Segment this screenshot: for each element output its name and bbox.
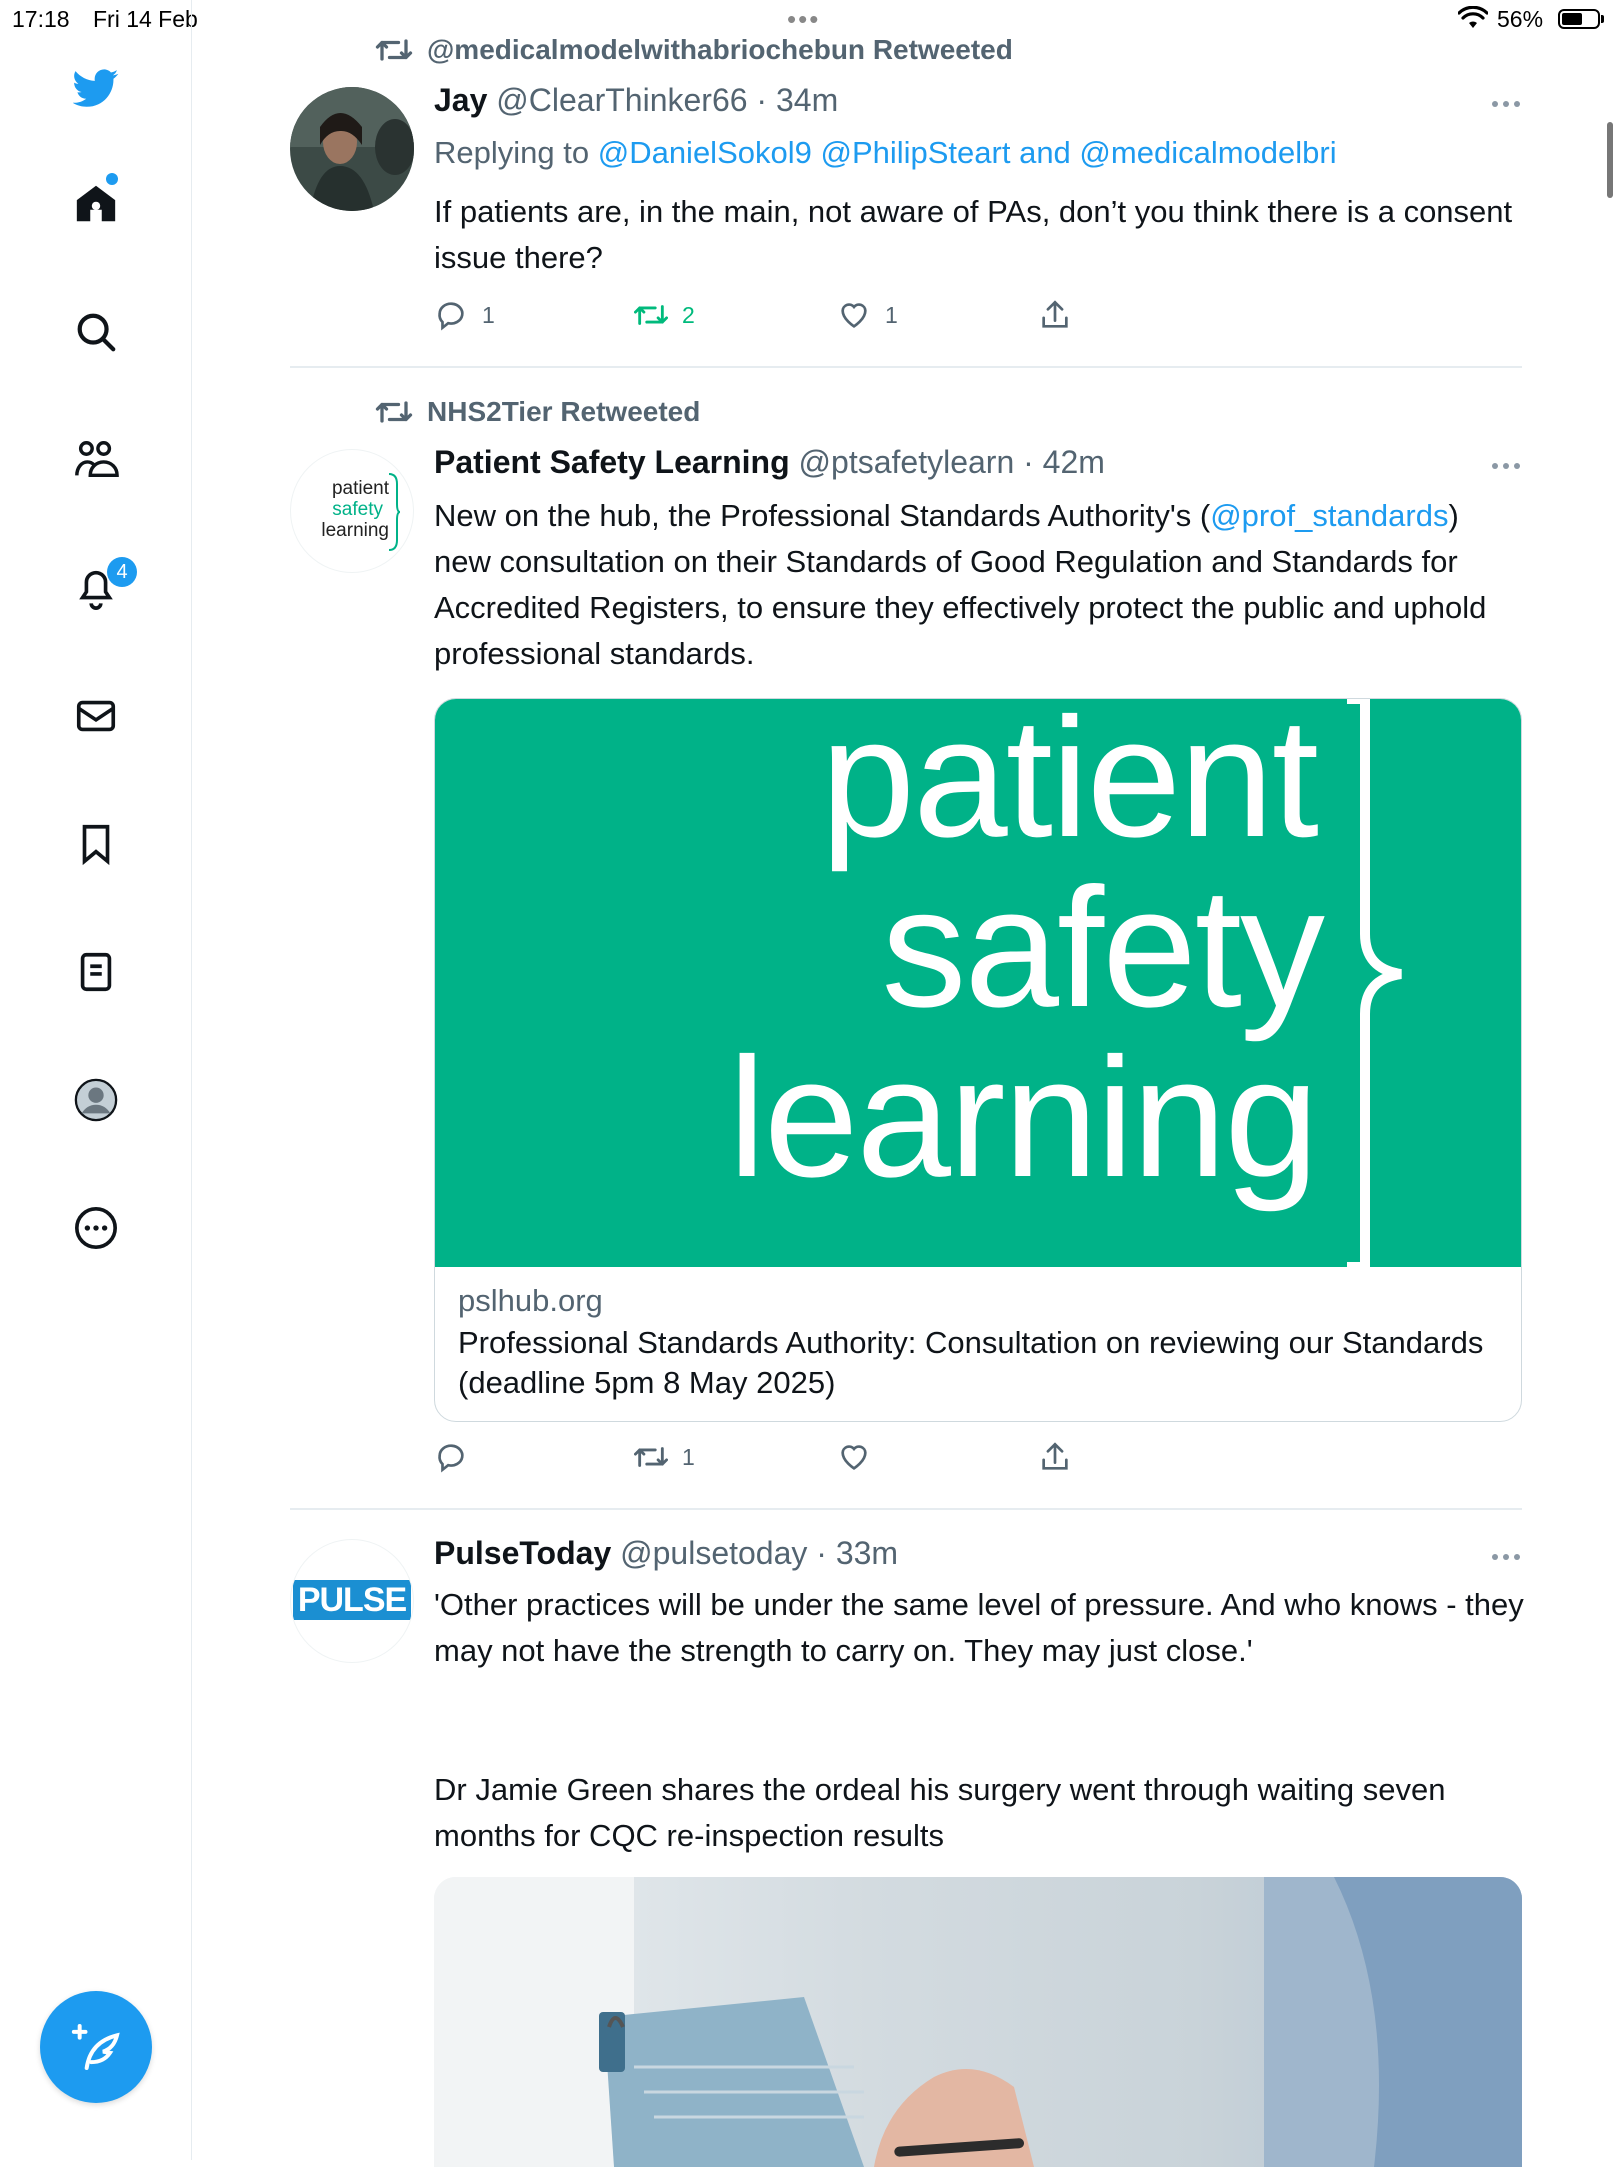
- tweet-text-paragraph-2: Dr Jamie Green shares the ordeal his sur…: [434, 1772, 1446, 1853]
- tweet-text: 'Other practices will be under the same …: [434, 1587, 1524, 1668]
- compose-tweet-button[interactable]: [40, 1991, 152, 2103]
- avatar-logo-word: patient: [331, 478, 389, 499]
- avatar[interactable]: patient safety learning: [290, 449, 414, 573]
- tweet-actions: 1: [434, 1440, 1134, 1480]
- home-icon[interactable]: [68, 176, 124, 232]
- retweet-icon: [634, 305, 668, 325]
- avatar-logo-word: learning: [321, 520, 389, 541]
- user-handle[interactable]: @pulsetoday: [620, 1535, 807, 1571]
- battery-percent: 56%: [1497, 6, 1544, 32]
- retweeted-by-label: NHS2Tier Retweeted: [427, 396, 701, 427]
- compose-feather-icon: [71, 2024, 120, 2070]
- notification-count-badge: 4: [107, 557, 137, 587]
- mention-link[interactable]: @prof_standards: [1210, 498, 1448, 533]
- display-name[interactable]: PulseToday: [434, 1535, 611, 1571]
- reply-button[interactable]: [434, 1440, 482, 1474]
- wifi-icon: [1458, 6, 1488, 28]
- reply-icon: [438, 302, 464, 331]
- retweet-icon: [375, 39, 413, 61]
- tweet-time[interactable]: · 33m: [816, 1535, 898, 1571]
- search-icon[interactable]: [68, 304, 124, 360]
- reply-mentions[interactable]: @DanielSokol9 @PhilipSteart and @medical…: [598, 135, 1337, 170]
- home-new-dot: [106, 173, 118, 185]
- retweeted-by-label: @medicalmodelwithabriochebun Retweeted: [427, 34, 1013, 65]
- tweet-text: New on the hub, the Professional Standar…: [434, 493, 1524, 677]
- card-logo-word: safety: [881, 853, 1325, 1043]
- link-card[interactable]: patient safety learning pslhub.org Profe…: [434, 698, 1522, 1422]
- battery-tip: [1601, 15, 1604, 23]
- share-button[interactable]: [1038, 1440, 1086, 1474]
- reply-count: 1: [482, 301, 495, 328]
- card-brace-icon: [1347, 699, 1402, 1267]
- tweet-text: If patients are, in the main, not aware …: [434, 194, 1513, 275]
- card-title: Professional Standards Authority: Consul…: [458, 1325, 1484, 1400]
- retweet-icon: [375, 401, 413, 423]
- share-icon: [1042, 1442, 1068, 1470]
- communities-icon[interactable]: [68, 432, 124, 488]
- reply-button[interactable]: 1: [434, 298, 495, 332]
- status-bar: 17:18 Fri 14 Feb ••• 56%: [0, 0, 1620, 38]
- display-name[interactable]: Patient Safety Learning: [434, 444, 790, 480]
- avatar-logo: patient safety learning: [309, 478, 389, 541]
- card-logo-word: learning: [728, 1023, 1319, 1213]
- more-options-icon[interactable]: [1490, 461, 1522, 471]
- share-icon: [1042, 300, 1068, 328]
- heart-icon: [841, 303, 867, 328]
- display-name[interactable]: Jay: [434, 82, 487, 118]
- retweet-context: @medicalmodelwithabriochebun Retweeted: [375, 34, 1013, 66]
- scrollbar[interactable]: [1607, 122, 1613, 198]
- retweet-count: 2: [682, 301, 695, 328]
- heart-icon: [841, 1445, 867, 1470]
- more-options-icon[interactable]: [1490, 1552, 1522, 1562]
- tweet-photo[interactable]: [434, 1877, 1522, 2167]
- tweet-text-part: New on the hub, the Professional Standar…: [434, 498, 1211, 533]
- avatar[interactable]: [290, 87, 414, 211]
- tweet-time[interactable]: · 42m: [1023, 444, 1105, 480]
- share-button[interactable]: [1038, 298, 1086, 332]
- retweet-button[interactable]: 1: [634, 1440, 695, 1474]
- tweet-divider: [290, 366, 1522, 368]
- profile-avatar-icon[interactable]: [68, 1072, 124, 1128]
- like-count: 1: [885, 301, 898, 328]
- twitter-logo-icon[interactable]: [68, 60, 124, 116]
- retweet-icon: [634, 1447, 668, 1467]
- replying-to-label: Replying to: [434, 135, 598, 170]
- reply-context: Replying to @DanielSokol9 @PhilipSteart …: [434, 130, 1524, 176]
- reply-icon: [438, 1444, 464, 1473]
- photo-clipboard-image: [434, 1877, 1522, 2167]
- more-options-icon[interactable]: [68, 1200, 124, 1256]
- like-button[interactable]: 1: [837, 298, 898, 332]
- tweet-actions: 1 2 1: [434, 298, 1134, 338]
- brace-icon: [388, 473, 401, 551]
- lists-icon[interactable]: [68, 944, 124, 1000]
- multitasking-dots-icon[interactable]: •••: [787, 4, 820, 35]
- user-handle[interactable]: @ClearThinker66: [496, 82, 747, 118]
- retweet-context: NHS2Tier Retweeted: [375, 396, 700, 428]
- retweet-button[interactable]: 2: [634, 298, 695, 332]
- card-logo-text: patient safety learning: [435, 698, 1325, 1213]
- pulse-logo: PULSE: [293, 1580, 411, 1620]
- tweet-header: PulseToday @pulsetoday · 33m: [434, 1535, 898, 1572]
- avatar[interactable]: PULSE: [290, 1539, 414, 1663]
- card-domain: pslhub.org: [458, 1283, 603, 1318]
- more-options-icon[interactable]: [1490, 99, 1522, 109]
- avatar-logo-word: safety: [332, 499, 383, 520]
- tweet-time[interactable]: · 34m: [756, 82, 838, 118]
- like-button[interactable]: [837, 1440, 885, 1474]
- messages-envelope-icon[interactable]: [68, 688, 124, 744]
- card-image: patient safety learning: [435, 698, 1521, 1267]
- tweet-header: Patient Safety Learning @ptsafetylearn ·…: [434, 444, 1105, 481]
- user-handle[interactable]: @ptsafetylearn: [799, 444, 1015, 480]
- tweet-header: Jay @ClearThinker66 · 34m: [434, 82, 838, 119]
- user-photo: [290, 87, 414, 211]
- sidebar: 4: [0, 0, 192, 2160]
- tweet-divider: [290, 1508, 1522, 1510]
- retweet-count: 1: [682, 1443, 695, 1470]
- card-logo-word: patient: [820, 698, 1319, 873]
- bookmarks-icon[interactable]: [68, 816, 124, 872]
- battery-icon: [1558, 9, 1600, 29]
